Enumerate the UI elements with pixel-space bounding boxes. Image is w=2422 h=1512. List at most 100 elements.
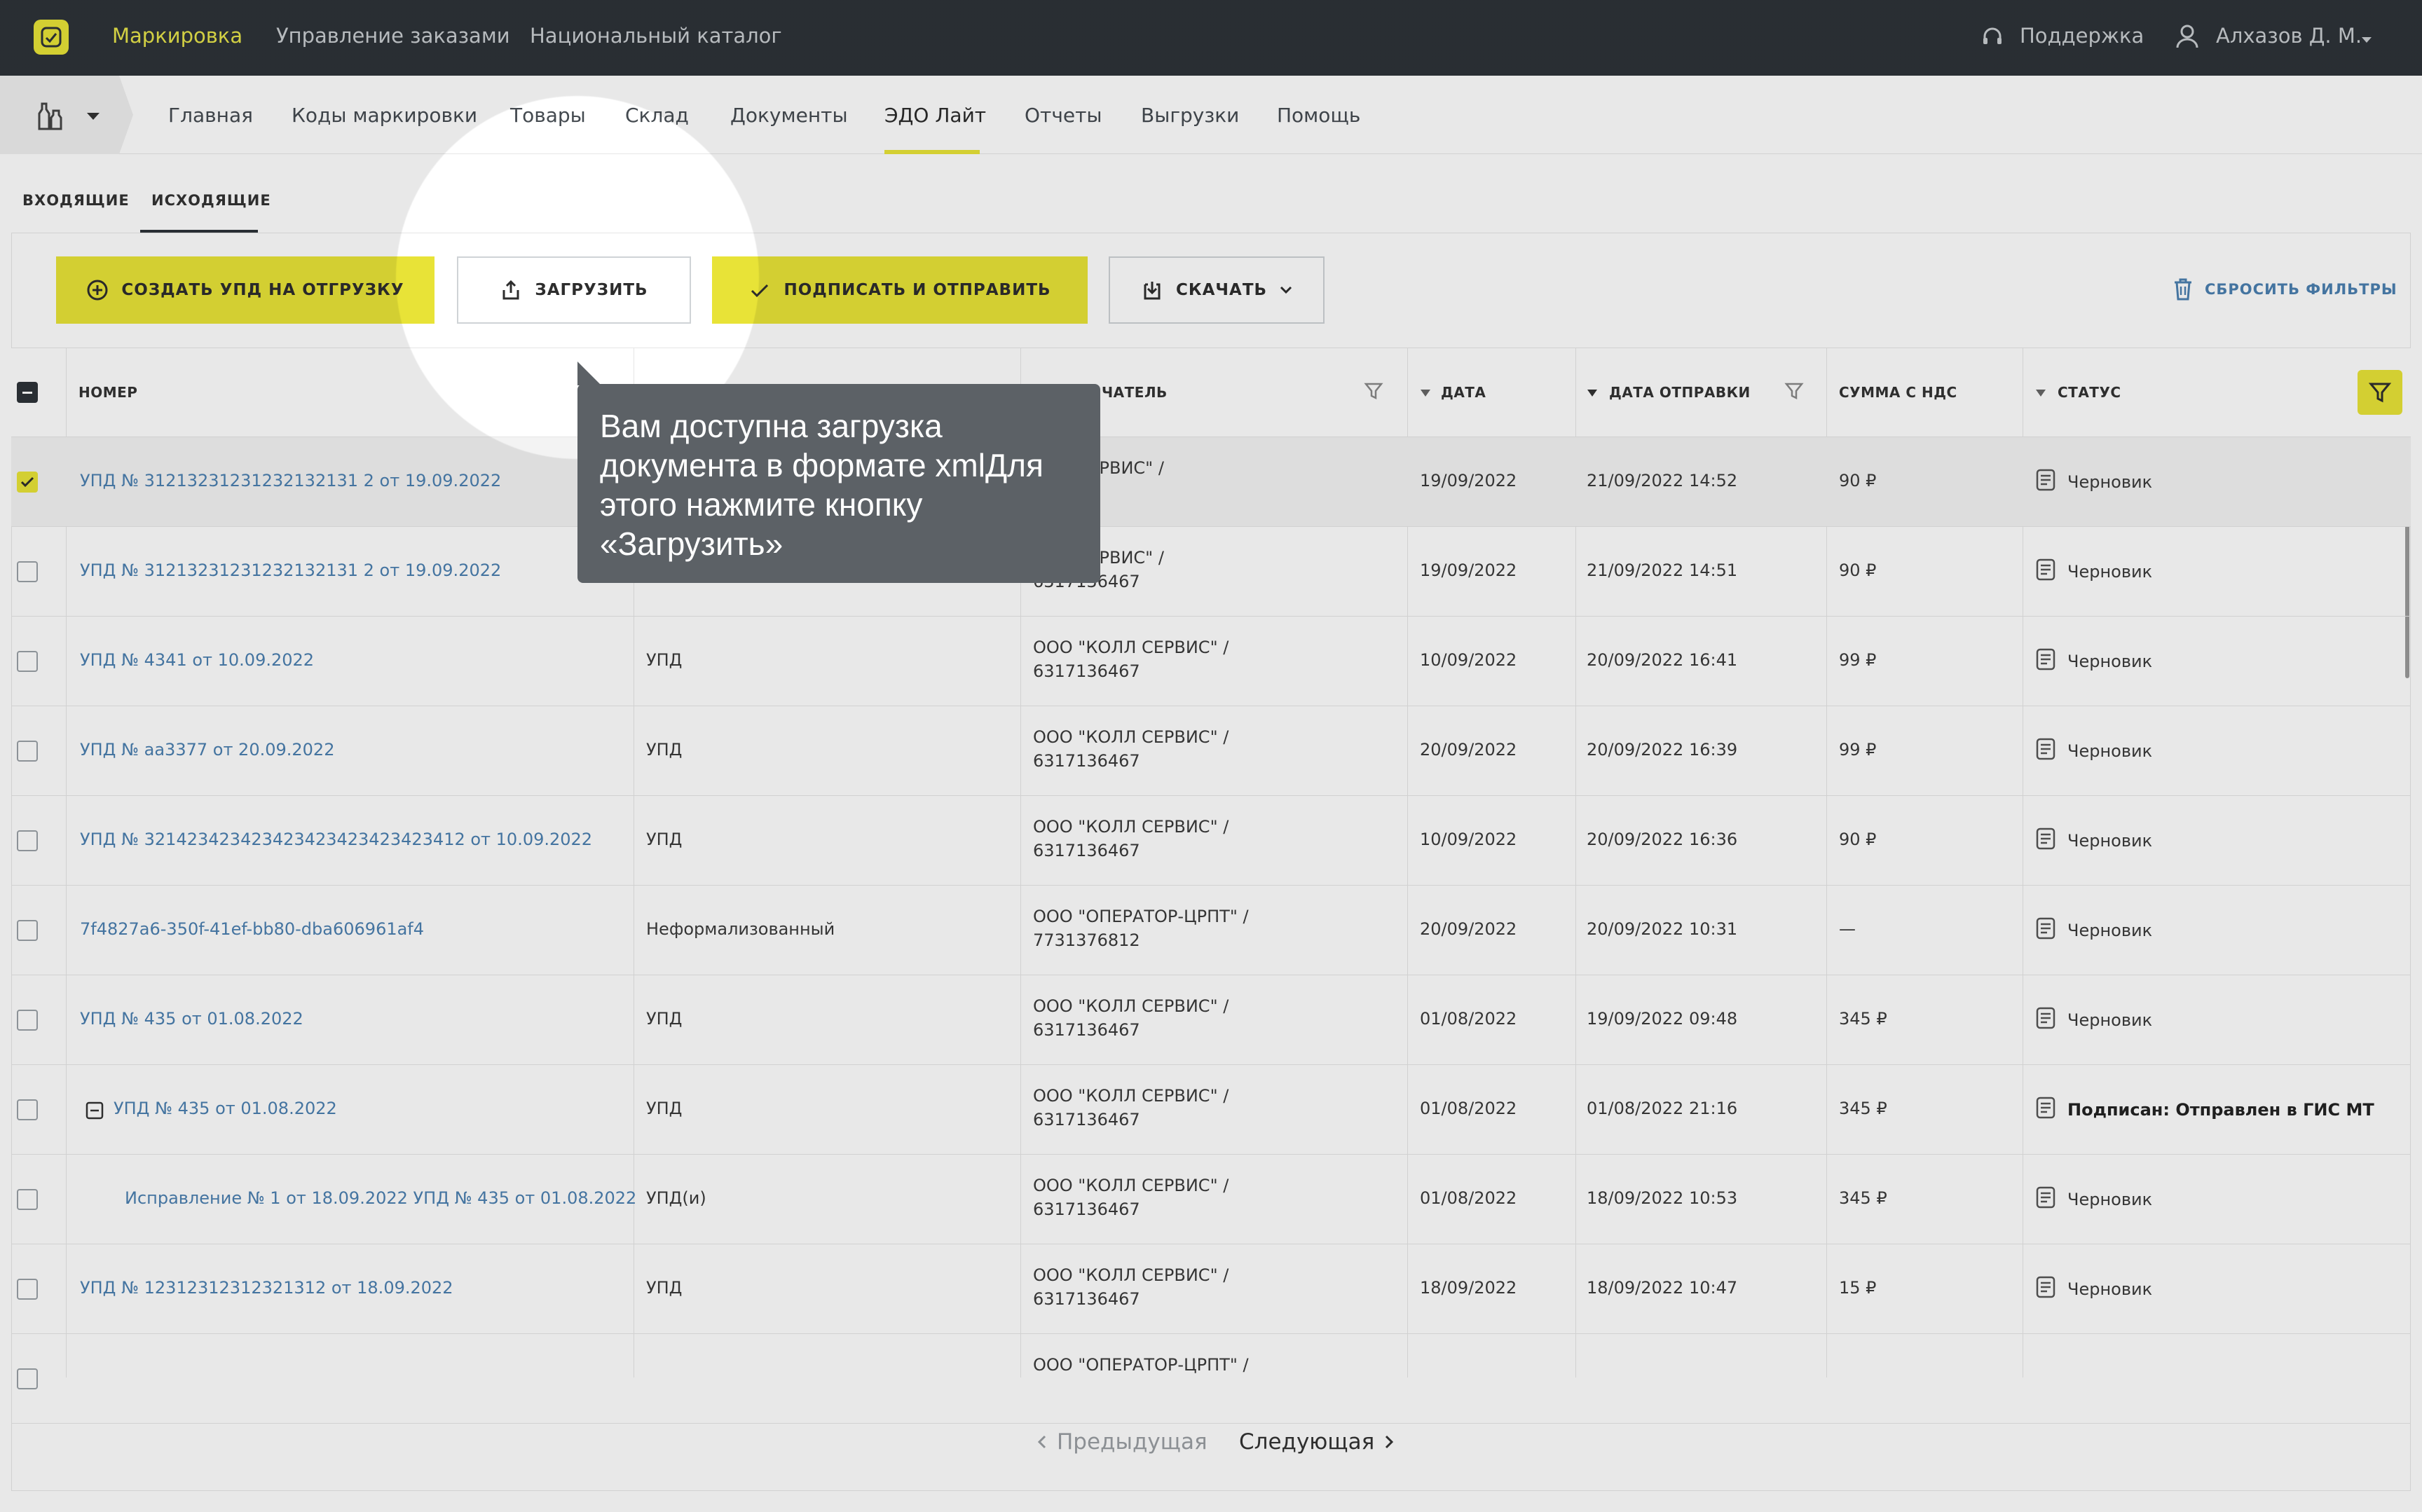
document-number-link[interactable]: УПД № 31213231231232132131 2 от 19.09.20…: [80, 471, 501, 490]
sort-icon[interactable]: [1587, 387, 1598, 400]
subnav-exports[interactable]: Выгрузки: [1141, 104, 1239, 127]
table-row[interactable]: [11, 1334, 2411, 1424]
upload-button[interactable]: ЗАГРУЗИТЬ: [457, 256, 691, 324]
topnav-catalog[interactable]: Национальный каталог: [530, 24, 782, 48]
chevron-down-icon[interactable]: [2360, 34, 2373, 47]
column-header-number[interactable]: НОМЕР: [78, 384, 137, 401]
row-checkbox[interactable]: [17, 1010, 38, 1031]
topnav-orders[interactable]: Управление заказами: [276, 24, 510, 48]
prev-page-button[interactable]: Предыдущая: [1037, 1429, 1207, 1455]
download-button[interactable]: СКАЧАТЬ: [1109, 256, 1325, 324]
document-number-link[interactable]: 7f4827a6-350f-41ef-bb80-dba606961af4: [80, 919, 424, 939]
chevron-right-icon: [1386, 1435, 1394, 1449]
subnav-documents[interactable]: Документы: [730, 104, 848, 127]
recipient-name: ООО "КОЛЛ СЕРВИС" /: [1033, 817, 1229, 837]
subnav-reports[interactable]: Отчеты: [1025, 104, 1102, 127]
subnav-edo-lite[interactable]: ЭДО Лайт: [884, 104, 986, 127]
sum-with-vat: 99 ₽: [1839, 740, 1877, 760]
subnav-warehouse[interactable]: Склад: [625, 104, 689, 127]
filter-icon[interactable]: [1364, 381, 1383, 404]
tooltip-line: «Загрузить»: [600, 525, 784, 562]
check-icon: [751, 284, 769, 298]
next-page-label: Следующая: [1239, 1429, 1375, 1455]
topnav-marking[interactable]: Маркировка: [112, 24, 242, 48]
sort-icon[interactable]: [2035, 387, 2046, 400]
status-badge: Подписан: Отправлен в ГИС МТ: [2035, 1096, 2374, 1124]
select-all-checkbox[interactable]: [17, 382, 38, 403]
sign-and-send-label: ПОДПИСАТЬ И ОТПРАВИТЬ: [784, 281, 1051, 299]
recipient-name: ООО "КОЛЛ СЕРВИС" /: [1033, 1086, 1229, 1106]
status-badge: Черновик: [2035, 558, 2152, 586]
column-header-sum[interactable]: СУММА С НДС: [1839, 384, 1957, 401]
document-type: УПД(и): [646, 1188, 706, 1208]
recipient-name: ООО "ОПЕРАТОР-ЦРПТ" /: [1033, 1355, 1249, 1375]
sent-date: 01/08/2022 21:16: [1587, 1099, 1738, 1118]
collapse-icon[interactable]: [85, 1101, 104, 1122]
document-number-link[interactable]: УПД № 321423423423423423423423423412 от …: [80, 830, 592, 849]
row-checkbox[interactable]: [17, 1368, 38, 1389]
chevron-down-icon[interactable]: [85, 111, 101, 124]
onboarding-tooltip: Вам доступна загрузка документа в формат…: [577, 384, 1100, 583]
tab-incoming[interactable]: ВХОДЯЩИЕ: [22, 192, 130, 209]
sent-date: 18/09/2022 10:47: [1587, 1278, 1738, 1298]
column-header-date[interactable]: ДАТА: [1441, 384, 1486, 401]
row-checkbox[interactable]: [17, 472, 38, 493]
sent-date: 21/09/2022 14:51: [1587, 561, 1738, 580]
status-label: Черновик: [2067, 562, 2153, 582]
headset-icon[interactable]: [1980, 25, 2004, 52]
document-number-link[interactable]: УПД № 4341 от 10.09.2022: [80, 650, 314, 670]
status-badge: Черновик: [2035, 468, 2152, 496]
sort-icon[interactable]: [1420, 387, 1431, 400]
document-number-link[interactable]: УПД № 435 от 01.08.2022: [80, 1009, 303, 1029]
document-number-link[interactable]: УПД № 31213231231232132131 2 от 19.09.20…: [80, 561, 501, 580]
document-date: 20/09/2022: [1420, 919, 1517, 939]
row-checkbox[interactable]: [17, 1189, 38, 1210]
document-number-link[interactable]: УПД № 12312312312321312 от 18.09.2022: [80, 1278, 453, 1298]
download-icon: [1144, 282, 1161, 300]
subnav-codes[interactable]: Коды маркировки: [292, 104, 477, 127]
create-upd-button[interactable]: СОЗДАТЬ УПД НА ОТГРУЗКУ: [56, 256, 435, 324]
table-filter-button[interactable]: [2358, 370, 2402, 415]
document-status-icon: [2035, 1275, 2056, 1303]
document-number-link[interactable]: УПД № aa3377 от 20.09.2022: [80, 740, 334, 760]
next-page-button[interactable]: Следующая: [1239, 1429, 1394, 1455]
sign-and-send-button[interactable]: ПОДПИСАТЬ И ОТПРАВИТЬ: [712, 256, 1088, 324]
row-checkbox[interactable]: [17, 1099, 38, 1120]
document-type: УПД: [646, 650, 683, 670]
recipient-name: ООО "ОПЕРАТОР-ЦРПТ" /: [1033, 907, 1249, 926]
document-number-link[interactable]: УПД № 435 от 01.08.2022: [114, 1099, 337, 1118]
row-checkbox[interactable]: [17, 1279, 38, 1300]
reset-filters-button[interactable]: СБРОСИТЬ ФИЛЬТРЫ: [2173, 277, 2397, 301]
row-checkbox[interactable]: [17, 651, 38, 672]
sum-with-vat: 90 ₽: [1839, 561, 1877, 580]
app-logo-icon[interactable]: [34, 20, 69, 55]
row-checkbox[interactable]: [17, 920, 38, 941]
sent-date: 21/09/2022 14:52: [1587, 471, 1738, 490]
tooltip-arrow: [577, 362, 601, 385]
document-status-icon: [2035, 468, 2056, 496]
recipient-name: ООО "КОЛЛ СЕРВИС" /: [1033, 1176, 1229, 1195]
row-checkbox[interactable]: [17, 830, 38, 851]
status-badge: Черновик: [2035, 1185, 2152, 1214]
row-checkbox[interactable]: [17, 561, 38, 582]
subnav-goods[interactable]: Товары: [510, 104, 586, 127]
document-number-link[interactable]: Исправление № 1 от 18.09.2022 УПД № 435 …: [125, 1188, 636, 1208]
sum-with-vat: —: [1839, 919, 1856, 939]
support-link[interactable]: Поддержка: [2020, 24, 2144, 48]
filter-icon[interactable]: [1784, 381, 1804, 404]
product-group-selector[interactable]: [0, 76, 133, 154]
subnav-help[interactable]: Помощь: [1277, 104, 1360, 127]
column-header-sent-date[interactable]: ДАТА ОТПРАВКИ: [1609, 384, 1751, 401]
row-checkbox[interactable]: [17, 741, 38, 762]
subnav-home[interactable]: Главная: [168, 104, 253, 127]
create-upd-label: СОЗДАТЬ УПД НА ОТГРУЗКУ: [121, 281, 404, 299]
tab-outgoing[interactable]: ИСХОДЯЩИЕ: [151, 192, 271, 209]
user-menu[interactable]: Алхазов Д. М.: [2216, 24, 2362, 48]
column-header-status[interactable]: СТАТУС: [2058, 384, 2121, 401]
plus-circle-icon: [87, 280, 108, 301]
status-badge: Черновик: [2035, 916, 2152, 944]
column-header-recipient[interactable]: ЧАТЕЛЬ: [1102, 384, 1168, 401]
document-status-icon: [2035, 1185, 2056, 1214]
recipient-inn: 6317136467: [1033, 1289, 1140, 1309]
document-status-icon: [2035, 737, 2056, 765]
